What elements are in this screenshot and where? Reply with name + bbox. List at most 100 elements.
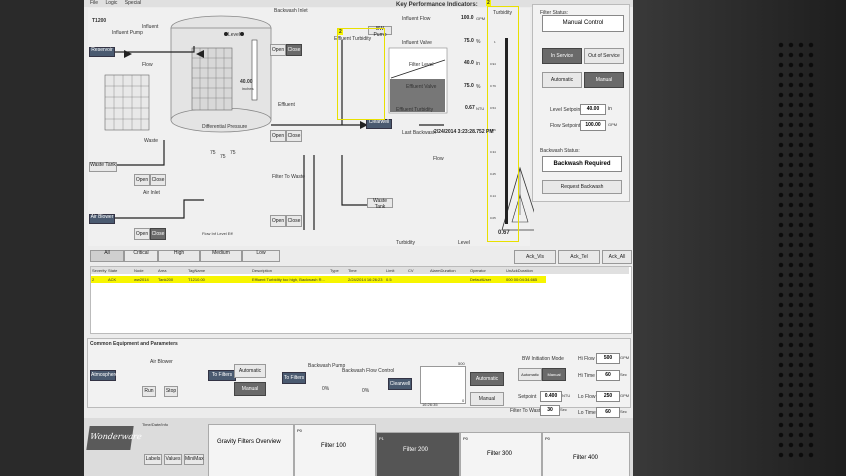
- bw-automatic-button[interactable]: Automatic: [470, 372, 504, 386]
- alarm-filter-high[interactable]: High: [158, 250, 200, 262]
- alarm-row-tagname[interactable]: T1210.00: [188, 277, 205, 282]
- waste-open-button[interactable]: Open: [134, 174, 150, 186]
- nav-tile-filter-200-label: Filter 200: [403, 447, 429, 453]
- alarm-row-area[interactable]: Tank200: [158, 277, 173, 282]
- turbidity-tick-6: 0.34: [490, 150, 496, 154]
- run-button[interactable]: Run: [142, 386, 156, 397]
- turbidity-bar-value: 0.67: [498, 230, 510, 236]
- level-value: 40.00: [240, 79, 253, 85]
- alarm-filter-medium[interactable]: Medium: [200, 250, 242, 262]
- backwash-close-button[interactable]: Close: [286, 44, 302, 56]
- turbidity-bar-title: Turbidity: [493, 10, 512, 16]
- kpi-effluent-valve-value: 75.0: [464, 83, 474, 89]
- clock-label: Time/Date/Info: [142, 422, 169, 427]
- ftw-close-button[interactable]: Close: [286, 215, 302, 227]
- air-open-button[interactable]: Open: [134, 228, 150, 240]
- col-time: Time: [348, 268, 357, 273]
- alarm-row-operator[interactable]: DefaultUser: [470, 277, 491, 282]
- stop-button[interactable]: Stop: [164, 386, 178, 397]
- alarm-row-severity[interactable]: 2: [92, 277, 94, 282]
- filter-to-waste-param-unit: Sec: [560, 407, 567, 412]
- alarm-filter-low[interactable]: Low: [242, 250, 280, 262]
- flow-setpoint-field[interactable]: 100.00: [580, 120, 606, 131]
- status-panel: [532, 4, 630, 202]
- nav-tile-filter-100-label: Filter 100: [321, 443, 347, 449]
- alarm-row-time[interactable]: 2/24/2014 16:26:23: [348, 277, 382, 282]
- bw-clearwell-button[interactable]: Clearwell: [388, 378, 412, 390]
- nav-tile-overview[interactable]: Gravity Filters Overview: [208, 424, 294, 476]
- kpi-title: Key Performance Indicators:: [396, 2, 478, 8]
- air-close-button[interactable]: Close: [150, 228, 166, 240]
- col-state: State: [108, 268, 118, 273]
- nav-tab-minimax[interactable]: MiniMax: [184, 454, 204, 465]
- blower-automatic-button[interactable]: Automatic: [234, 364, 266, 378]
- effluent-close-button[interactable]: Close: [286, 130, 302, 142]
- turbidity-bar-marker-badge: 2: [486, 0, 491, 6]
- to-filters-button[interactable]: To Filters: [208, 370, 236, 381]
- atmosphere-button[interactable]: Atmosphere: [90, 370, 118, 381]
- turbidity-tick-5: 0.45: [490, 128, 496, 132]
- filter-media-grid: [191, 47, 233, 111]
- ftw-open-button[interactable]: Open: [270, 215, 286, 227]
- hmi-screen: File Logic Special T1200 Influent Pump I…: [84, 0, 633, 476]
- level-setpoint-unit: in: [608, 106, 612, 112]
- request-backwash-button[interactable]: Request Backwash: [542, 180, 622, 194]
- out-of-service-button[interactable]: Out of Service: [584, 48, 624, 64]
- bw-mode-automatic-button[interactable]: Automatic: [518, 368, 542, 381]
- nav-tile-filter-400[interactable]: Filter 400 P0: [542, 432, 630, 476]
- filter-bed-grid: [104, 74, 150, 131]
- alarm-filter-critical[interactable]: Critical: [124, 250, 158, 262]
- alarm-row-limit[interactable]: 0.5: [386, 277, 392, 282]
- bw-setpoint-field[interactable]: 0.400: [540, 391, 562, 402]
- lo-time-field[interactable]: 60: [596, 407, 620, 418]
- kpi-influent-valve-label: Influent Valve: [402, 40, 432, 46]
- alarm-row-node[interactable]: ww2014: [134, 277, 149, 282]
- lo-flow-field[interactable]: 250: [596, 391, 620, 402]
- logo-text: Wonderware: [89, 432, 143, 441]
- filter-to-waste-param-field[interactable]: 30: [540, 405, 560, 416]
- filter-to-waste-param-label: Filter To Waste: [510, 408, 544, 414]
- waste-tank-button[interactable]: Waste Tank: [89, 162, 117, 172]
- ack-vis-button[interactable]: Ack_Vis: [514, 250, 556, 264]
- bw-manual-button[interactable]: Manual: [470, 392, 504, 406]
- nav-tile-filter-100[interactable]: Filter 100 P0: [294, 424, 376, 476]
- status-manual-button[interactable]: Manual: [584, 72, 624, 88]
- nav-tile-filter-300[interactable]: Filter 300 P0: [460, 432, 542, 476]
- bw-to-filters-button[interactable]: To Filters: [282, 372, 306, 384]
- alarm-row-description[interactable]: Effluent Turbidity too high, Backwash R.…: [252, 277, 325, 282]
- flow-setpoint-unit: GPM: [608, 122, 618, 127]
- ack-all-button[interactable]: Ack_All: [602, 250, 632, 264]
- last-backwash-label: Last Backwash: [402, 130, 436, 136]
- col-tagname: TagName: [188, 268, 206, 273]
- kpi-effluent-turbidity-value: 0.67: [465, 105, 475, 111]
- alarm-row-state[interactable]: ACK: [108, 277, 116, 282]
- alarm-header: [91, 267, 629, 274]
- waste-tank-button-2[interactable]: Waste Tank: [367, 198, 393, 209]
- level-setpoint-field[interactable]: 40.00: [580, 104, 606, 115]
- nav-tab-labels[interactable]: Labels: [144, 454, 162, 465]
- reservoir-button[interactable]: Reservoir: [89, 47, 115, 57]
- hi-flow-field[interactable]: 500: [596, 353, 620, 364]
- air-blower-button[interactable]: Air Blower: [89, 214, 115, 224]
- waste-close-button[interactable]: Close: [150, 174, 166, 186]
- status-automatic-button[interactable]: Automatic: [542, 72, 582, 88]
- hi-time-field[interactable]: 60: [596, 370, 620, 381]
- hi-flow-unit: GPM: [620, 355, 630, 360]
- backwash-flow-control-label: Backwash Flow Control: [342, 368, 395, 374]
- ack-tel-button[interactable]: Ack_Tel: [558, 250, 600, 264]
- alarm-filter-all[interactable]: All: [90, 250, 124, 262]
- dp-value-2: 75: [220, 154, 226, 160]
- alarm-row-unackduration[interactable]: 000 00:04:34.665: [506, 277, 537, 282]
- effluent-open-button[interactable]: Open: [270, 130, 286, 142]
- backwash-open-button[interactable]: Open: [270, 44, 286, 56]
- nav-tile-filter-100-num: P0: [297, 428, 302, 433]
- blower-manual-button[interactable]: Manual: [234, 382, 266, 396]
- in-service-button[interactable]: In Service: [542, 48, 582, 64]
- nav-tab-values[interactable]: Values: [164, 454, 182, 465]
- nav-tile-filter-200[interactable]: Filter 200 P1: [376, 432, 460, 476]
- clearwell-button[interactable]: Clearwell: [366, 119, 392, 129]
- trend-bottom-label: 0: [462, 398, 465, 403]
- kpi-filter-level-label: Filter Level: [409, 62, 434, 68]
- bw-setpoint-unit: NTU: [562, 393, 571, 398]
- bw-mode-manual-button[interactable]: Manual: [542, 368, 566, 381]
